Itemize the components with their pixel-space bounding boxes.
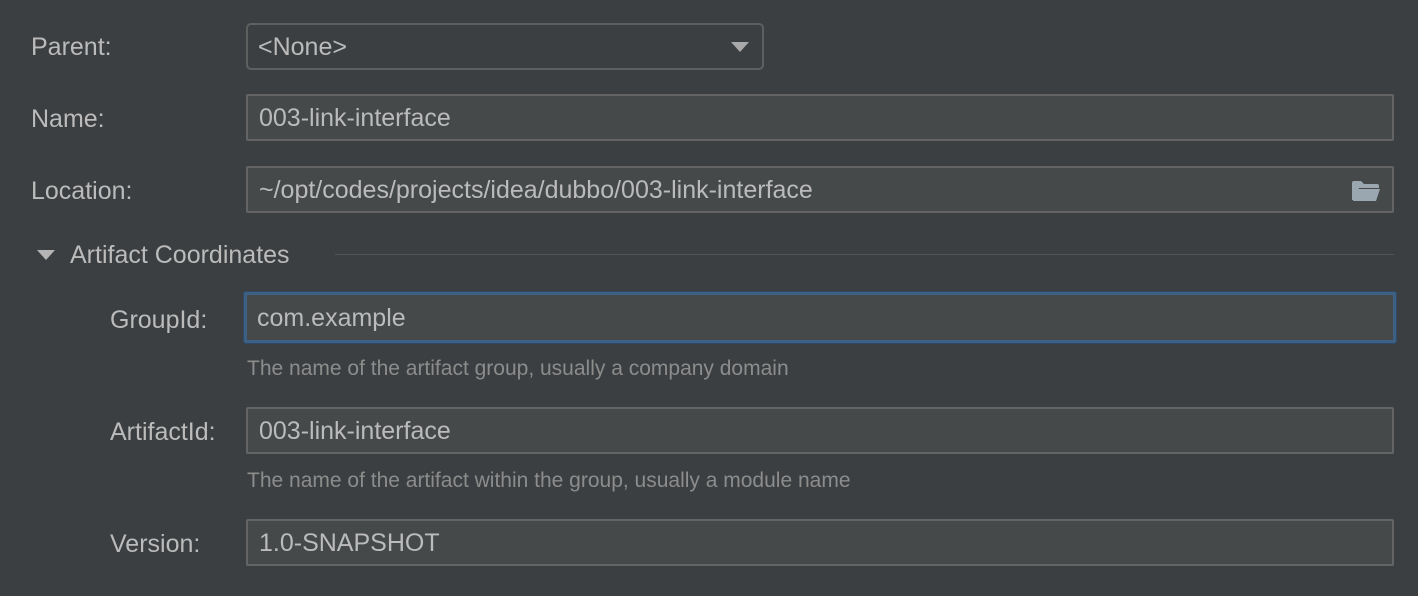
location-label: Location: <box>31 177 133 205</box>
version-field-value: 1.0-SNAPSHOT <box>259 528 440 557</box>
collapse-toggle-icon[interactable] <box>37 250 55 260</box>
name-label: Name: <box>31 105 105 133</box>
version-label: Version: <box>110 530 201 558</box>
section-divider <box>335 254 1394 255</box>
folder-icon[interactable] <box>1351 180 1381 202</box>
groupid-field[interactable]: com.example <box>244 292 1396 343</box>
groupid-hint: The name of the artifact group, usually … <box>247 357 789 380</box>
groupid-field-value: com.example <box>257 303 406 332</box>
chevron-down-icon[interactable] <box>731 42 749 52</box>
location-field-value: ~/opt/codes/projects/idea/dubbo/003-link… <box>259 175 813 204</box>
artifactid-field[interactable]: 003-link-interface <box>246 407 1394 454</box>
artifactid-hint: The name of the artifact within the grou… <box>247 469 851 492</box>
parent-label: Parent: <box>31 33 112 61</box>
section-title[interactable]: Artifact Coordinates <box>70 240 290 270</box>
name-field-value: 003-link-interface <box>259 103 451 132</box>
name-field[interactable]: 003-link-interface <box>246 94 1394 141</box>
groupid-label: GroupId: <box>110 306 208 334</box>
artifactid-label: ArtifactId: <box>110 418 216 446</box>
artifactid-field-value: 003-link-interface <box>259 416 451 445</box>
location-field[interactable]: ~/opt/codes/projects/idea/dubbo/003-link… <box>246 166 1394 213</box>
parent-combobox-value: <None> <box>258 32 347 61</box>
version-field[interactable]: 1.0-SNAPSHOT <box>246 519 1394 566</box>
parent-combobox[interactable]: <None> <box>246 23 764 70</box>
